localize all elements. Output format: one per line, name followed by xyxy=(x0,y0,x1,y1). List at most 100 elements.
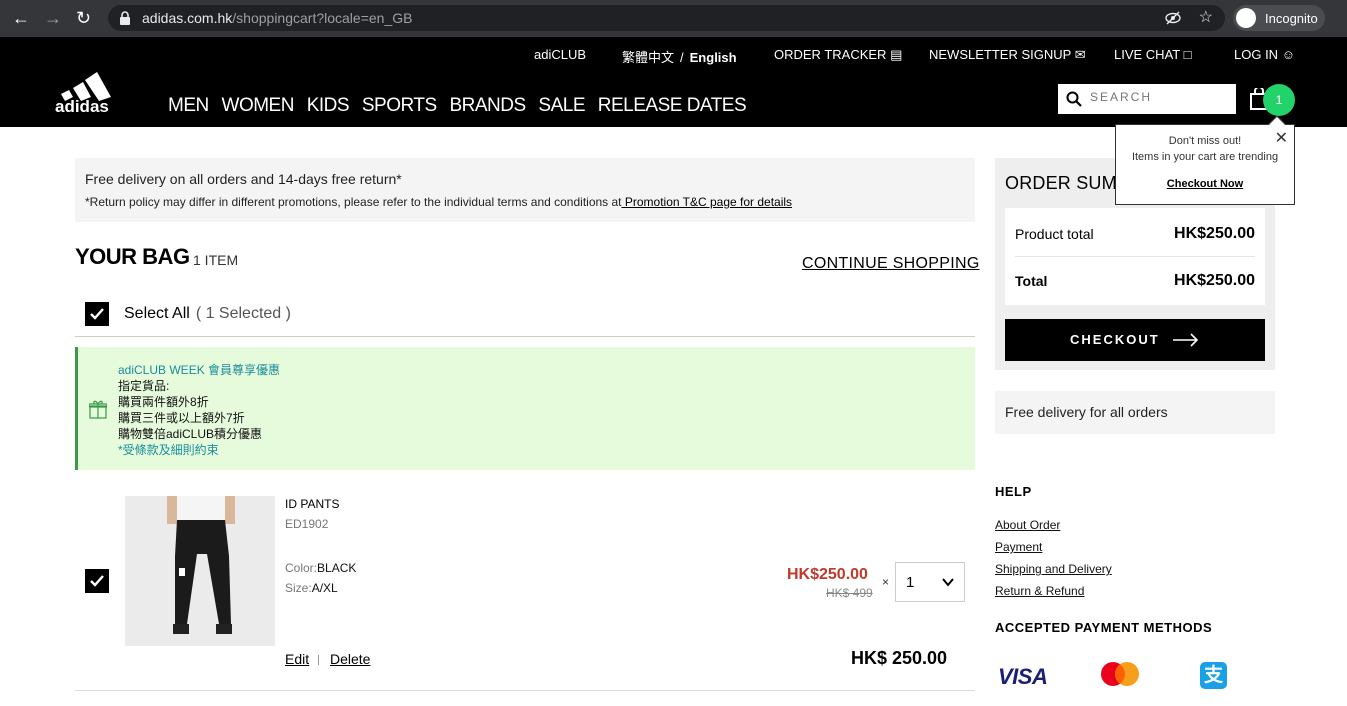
lang-separator: / xyxy=(680,50,684,65)
help-link-shipping[interactable]: Shipping and Delivery xyxy=(995,562,1112,576)
login-link[interactable]: LOG IN ☺ xyxy=(1234,47,1295,62)
search-input[interactable] xyxy=(1090,90,1230,104)
user-icon: ☺ xyxy=(1281,47,1295,62)
gift-icon xyxy=(89,400,107,419)
original-price: HK$ 499 xyxy=(826,586,873,600)
quantity-value: 1 xyxy=(906,574,915,591)
adiclub-promo-title[interactable]: adiCLUB WEEK 會員尊享優惠 xyxy=(118,362,280,378)
incognito-icon xyxy=(1236,8,1256,28)
lang-en-link[interactable]: English xyxy=(690,50,737,65)
help-heading: HELP xyxy=(995,484,1032,499)
size-label: Size: xyxy=(285,581,312,595)
order-tracker-link[interactable]: ORDER TRACKER ▤ xyxy=(774,47,902,63)
arrow-right-icon xyxy=(1173,333,1199,347)
total-label: Total xyxy=(1015,273,1048,289)
nav-women[interactable]: WOMEN xyxy=(222,95,295,116)
checkout-label: CHECKOUT xyxy=(1070,332,1160,347)
size-value: A/XL xyxy=(311,581,338,595)
incognito-badge[interactable]: Incognito xyxy=(1233,5,1325,31)
nav-men[interactable]: MEN xyxy=(168,95,209,116)
lock-icon xyxy=(120,11,130,25)
help-link-return[interactable]: Return & Refund xyxy=(995,584,1084,598)
select-all-checkbox[interactable] xyxy=(85,302,109,326)
select-all-label[interactable]: Select All ( 1 Selected ) xyxy=(124,305,291,323)
reload-icon[interactable]: ↻ xyxy=(76,9,91,27)
product-color: Color:BLACK xyxy=(285,561,356,575)
live-chat-label: LIVE CHAT xyxy=(1114,47,1180,62)
divider xyxy=(1015,256,1255,257)
lang-zh-link[interactable]: 繁體中文 xyxy=(622,50,674,65)
pants-model-image xyxy=(167,496,235,634)
chat-icon: □ xyxy=(1183,47,1192,62)
back-icon[interactable]: ← xyxy=(12,9,30,27)
browser-toolbar: ← → ↻ adidas.com.hk/shoppingcart?locale=… xyxy=(0,0,1347,37)
quantity-select[interactable]: 1 xyxy=(895,562,965,602)
help-link-about-order[interactable]: About Order xyxy=(995,518,1060,532)
adiclub-promo-line: 購買三件或以上額外7折 xyxy=(118,411,245,425)
nav-sports[interactable]: SPORTS xyxy=(362,95,437,116)
site-header: adiCLUB 繁體中文 / English ORDER TRACKER ▤ NEW… xyxy=(0,37,1347,127)
color-label: Color: xyxy=(285,561,318,575)
envelope-icon: ✉ xyxy=(1074,47,1086,62)
nav-sale[interactable]: SALE xyxy=(538,95,585,116)
forward-icon[interactable]: → xyxy=(44,9,62,27)
promo-headline: Free delivery on all orders and 14-days … xyxy=(85,171,402,187)
line-total: HK$ 250.00 xyxy=(851,648,948,668)
adiclub-link[interactable]: adiCLUB xyxy=(534,47,586,62)
item-checkbox[interactable] xyxy=(85,569,109,593)
order-summary-box: Product total HK$250.00 Total HK$250.00 xyxy=(1005,208,1265,305)
adiclub-promo-line: 購物雙倍adiCLUB積分優惠 xyxy=(118,427,263,441)
product-name[interactable]: ID PANTS xyxy=(285,497,339,511)
receipt-icon: ▤ xyxy=(890,47,903,62)
product-image[interactable] xyxy=(125,496,275,646)
product-code: ED1902 xyxy=(285,517,329,531)
cart-count-badge[interactable]: 1 xyxy=(1263,84,1295,116)
product-total-label: Product total xyxy=(1015,226,1094,242)
divider xyxy=(318,655,319,665)
adiclub-promo-line: 購買兩件額外8折 xyxy=(118,395,209,409)
main-navigation: MEN WOMEN KIDS SPORTS BRANDS SALE RELEAS… xyxy=(168,95,754,117)
bag-item-count: 1 ITEM xyxy=(193,252,239,268)
newsletter-link[interactable]: NEWSLETTER SIGNUP ✉ xyxy=(929,47,1086,63)
tracking-blocked-icon[interactable] xyxy=(1165,10,1181,26)
address-bar[interactable]: adidas.com.hk/shoppingcart?locale=en_GB … xyxy=(108,5,1225,31)
checkout-button[interactable]: CHECKOUT xyxy=(1005,319,1265,361)
total-row: Total HK$250.00 xyxy=(1015,272,1255,289)
edit-item-link[interactable]: Edit xyxy=(285,651,309,667)
color-value: BLACK xyxy=(317,561,357,575)
continue-shopping-link[interactable]: CONTINUE SHOPPING xyxy=(802,255,980,273)
adiclub-promo-terms[interactable]: *受條款及細則約束 xyxy=(118,442,280,458)
svg-text:adidas: adidas xyxy=(55,97,109,114)
search-icon[interactable] xyxy=(1066,91,1082,107)
popover-line2: Items in your cart are trending xyxy=(1131,151,1279,163)
product-total-row: Product total HK$250.00 xyxy=(1015,225,1255,242)
selected-count: ( 1 Selected ) xyxy=(195,305,291,322)
checkmark-icon xyxy=(90,575,104,587)
divider xyxy=(75,336,975,337)
popover-line1: Don't miss out! xyxy=(1168,135,1242,147)
payment-methods-heading: ACCEPTED PAYMENT METHODS xyxy=(995,620,1213,635)
order-tracker-label: ORDER TRACKER xyxy=(774,47,887,62)
adidas-logo[interactable]: adidas xyxy=(55,70,119,114)
delete-item-link[interactable]: Delete xyxy=(330,651,370,667)
total-value: HK$250.00 xyxy=(1174,272,1255,289)
free-delivery-note: Free delivery for all orders xyxy=(995,391,1275,434)
multiply-sign: × xyxy=(882,575,890,589)
bookmark-star-icon[interactable]: ☆ xyxy=(1199,7,1213,27)
live-chat-link[interactable]: LIVE CHAT □ xyxy=(1114,47,1191,62)
help-link-payment[interactable]: Payment xyxy=(995,540,1042,554)
language-switcher: 繁體中文 / English xyxy=(622,47,737,66)
nav-kids[interactable]: KIDS xyxy=(307,95,350,116)
nav-brands[interactable]: BRANDS xyxy=(449,95,526,116)
promotion-tc-link[interactable]: Promotion T&C page for details xyxy=(622,195,792,209)
free-delivery-text: Free delivery for all orders xyxy=(1005,404,1168,420)
url-text: adidas.com.hk/shoppingcart?locale=en_GB xyxy=(142,10,413,26)
bag-title: YOUR BAG xyxy=(75,244,190,269)
visa-logo: VISA xyxy=(998,664,1048,689)
adiclub-promo-line: 指定貨品: xyxy=(118,379,170,393)
alipay-logo: 支 xyxy=(1200,662,1227,689)
product-size: Size:A/XL xyxy=(285,581,338,595)
select-all-text: Select All xyxy=(124,305,190,322)
nav-release-dates[interactable]: RELEASE DATES xyxy=(598,95,747,116)
checkout-now-link[interactable]: Checkout Now xyxy=(1116,178,1294,190)
